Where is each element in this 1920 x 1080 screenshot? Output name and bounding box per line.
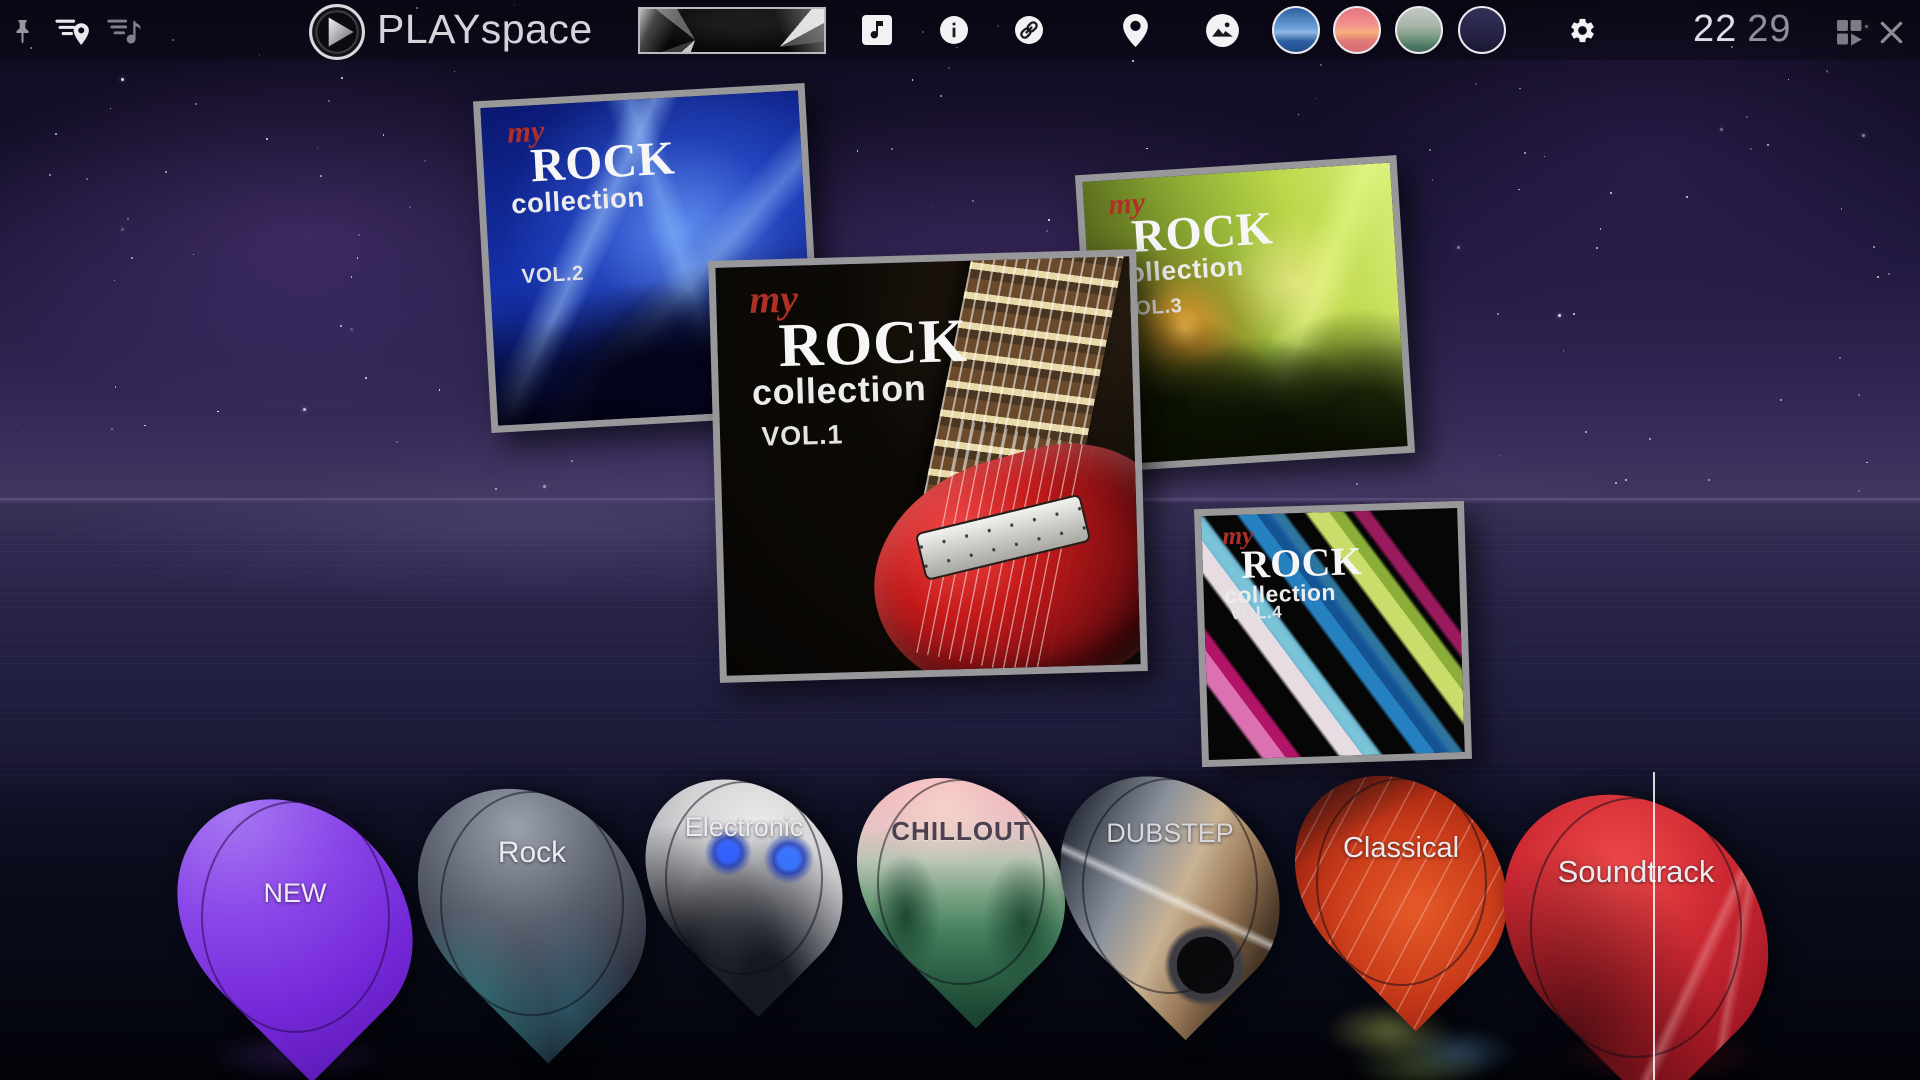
queue-music-icon[interactable] — [106, 16, 144, 47]
playspace-window: PLAYspace — [0, 0, 1920, 1080]
gallery-icon[interactable] — [1205, 13, 1240, 48]
location-pin-icon[interactable] — [1122, 13, 1149, 48]
album-volume: VOL.4 — [1230, 601, 1283, 624]
genre-pin-chillout[interactable]: CHILLOUT — [868, 768, 1054, 996]
album-subtitle: collection — [752, 370, 970, 412]
clock: 2229 — [1693, 8, 1792, 51]
gear-icon[interactable] — [1568, 16, 1597, 45]
now-playing-artwork[interactable] — [638, 7, 826, 54]
genre-pin-electronic[interactable]: Electronic — [656, 770, 832, 986]
app-title: PLAYspace — [377, 6, 593, 53]
music-note-icon[interactable] — [862, 15, 892, 45]
pushpin-icon[interactable] — [14, 19, 31, 45]
scene-preset-ocean-day[interactable] — [1272, 6, 1320, 54]
album-volume: VOL.1 — [761, 419, 844, 452]
genre-pin-soundtrack[interactable]: Soundtrack — [1518, 782, 1754, 1072]
genre-pin-dubstep[interactable]: DUBSTEP — [1072, 766, 1268, 1006]
album-text: my ROCK collection — [1222, 520, 1363, 608]
scene-preset-misty-green[interactable] — [1395, 6, 1443, 54]
genre-pin-rock[interactable]: Rock — [430, 778, 634, 1028]
album-title: ROCK — [1241, 542, 1363, 586]
scene-preset-night-purple[interactable] — [1458, 6, 1506, 54]
album-volume: VOL.2 — [521, 262, 585, 289]
link-icon[interactable] — [1015, 16, 1043, 44]
scene-preset-sunset-pink[interactable] — [1333, 6, 1381, 54]
play-logo-icon[interactable] — [308, 3, 366, 61]
queue-to-location-icon[interactable] — [54, 16, 92, 47]
album-title: ROCK — [778, 310, 968, 377]
album-cover-vol4[interactable]: my ROCK collection VOL.4 — [1194, 501, 1472, 767]
album-cover-vol1[interactable]: my ROCK collection VOL.1 — [708, 249, 1148, 683]
top-toolbar: PLAYspace — [0, 0, 1920, 60]
genre-pin-new[interactable]: NEW — [190, 788, 400, 1046]
album-text: my ROCK collection — [749, 275, 969, 412]
info-icon[interactable] — [940, 16, 968, 44]
genre-pin-classical[interactable]: Classical — [1306, 766, 1496, 998]
clock-minutes: 29 — [1747, 8, 1791, 50]
album-text: my ROCK collection — [506, 109, 677, 218]
apps-grid-play-icon[interactable] — [1836, 19, 1863, 46]
close-icon[interactable] — [1879, 20, 1904, 45]
album-title: ROCK — [529, 135, 676, 191]
clock-hours: 22 — [1693, 8, 1737, 50]
